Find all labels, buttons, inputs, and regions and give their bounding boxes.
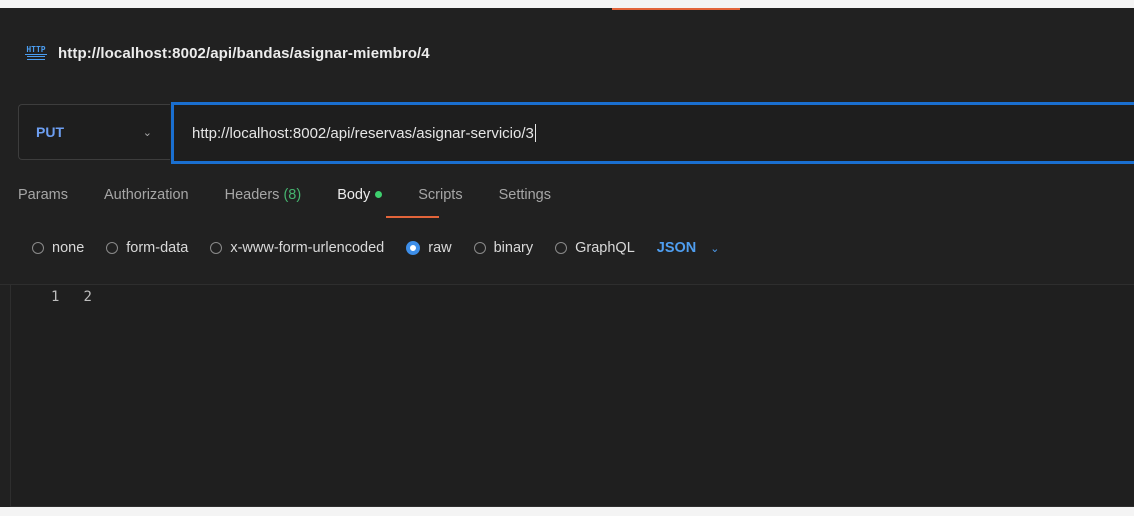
radio-urlencoded[interactable]: [210, 242, 223, 254]
radio-none[interactable]: [32, 242, 44, 254]
tab-authorization[interactable]: Authorization: [104, 187, 189, 203]
body-type-urlencoded-label: x-www-form-urlencoded: [230, 240, 385, 256]
body-type-urlencoded[interactable]: x-www-form-urlencoded: [210, 240, 384, 256]
request-title[interactable]: http://localhost:8002/api/bandas/asignar…: [58, 45, 430, 62]
http-icon: HTTP: [24, 46, 48, 60]
tab-scripts[interactable]: Scripts: [418, 187, 462, 203]
tab-body-underline: [386, 216, 439, 218]
radio-binary[interactable]: [473, 242, 486, 254]
line-numbers: 1 2: [51, 289, 92, 305]
request-panel: HTTP http://localhost:8002/api/bandas/as…: [0, 8, 1134, 507]
url-input[interactable]: http://localhost:8002/api/reservas/asign…: [171, 102, 1134, 164]
body-type-form-data-label: form-data: [126, 240, 189, 256]
request-title-row: HTTP http://localhost:8002/api/bandas/as…: [24, 38, 430, 68]
headers-count: (8): [283, 187, 302, 203]
body-type-graphql-label: GraphQL: [575, 240, 635, 256]
tab-params[interactable]: Params: [18, 187, 68, 203]
text-cursor: [534, 124, 536, 142]
active-tab-indicator: [612, 8, 740, 10]
raw-format-label: JSON: [656, 240, 697, 256]
body-type-none-label: none: [52, 240, 85, 256]
line-number: 2: [83, 289, 92, 305]
tab-headers-label: Headers: [224, 187, 280, 203]
body-modified-dot: [375, 190, 383, 198]
body-type-none[interactable]: none: [32, 240, 84, 256]
radio-form-data[interactable]: [106, 242, 119, 254]
body-editor[interactable]: 1 2: [10, 285, 1134, 507]
radio-graphql[interactable]: [555, 242, 568, 254]
body-type-binary-label: binary: [493, 240, 534, 256]
chevron-down-icon: ⌄: [142, 126, 152, 139]
tab-settings[interactable]: Settings: [499, 187, 551, 203]
chevron-down-icon: ⌄: [710, 242, 720, 255]
body-type-options: none form-data x-www-form-urlencoded raw…: [32, 236, 719, 260]
radio-raw[interactable]: [406, 241, 421, 255]
request-tabs: Params Authorization Headers (8) Body Sc…: [18, 183, 587, 207]
tab-body[interactable]: Body: [337, 187, 383, 203]
tab-body-label: Body: [337, 187, 371, 203]
body-type-raw-label: raw: [428, 240, 452, 256]
body-type-graphql[interactable]: GraphQL: [555, 240, 635, 256]
line-number: 1: [51, 289, 60, 305]
body-type-raw[interactable]: raw: [406, 240, 452, 256]
url-text: http://localhost:8002/api/reservas/asign…: [192, 124, 534, 142]
raw-format-dropdown[interactable]: JSON ⌄: [657, 240, 720, 256]
body-type-binary[interactable]: binary: [473, 240, 534, 256]
body-type-form-data[interactable]: form-data: [106, 240, 188, 256]
method-label: PUT: [36, 124, 64, 140]
tab-headers[interactable]: Headers (8): [225, 187, 302, 203]
method-select[interactable]: PUT ⌄: [18, 104, 170, 160]
